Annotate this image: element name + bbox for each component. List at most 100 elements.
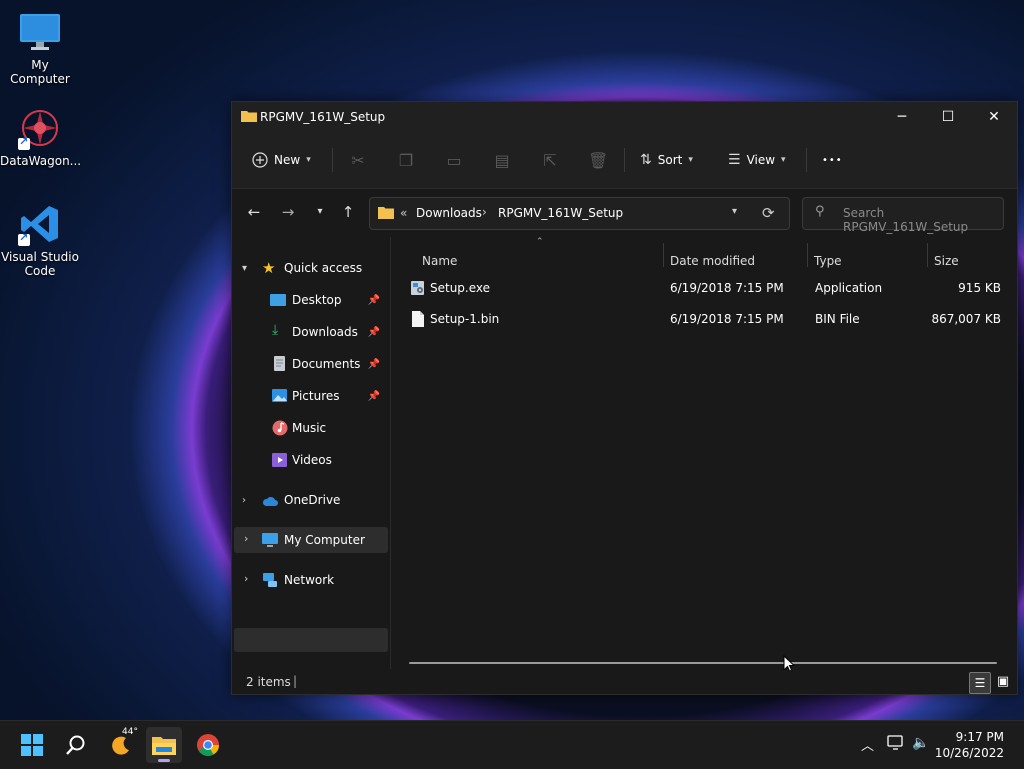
chrome-logo-icon bbox=[197, 734, 219, 756]
chevron-down-icon: ▾ bbox=[781, 155, 786, 165]
chevron-right-icon[interactable]: › bbox=[242, 495, 246, 506]
search-input[interactable]: Search RPGMV_161W_Setup bbox=[843, 206, 1003, 234]
start-button[interactable] bbox=[14, 727, 50, 763]
sort-button[interactable]: ⇅ Sort ▾ bbox=[640, 146, 693, 174]
up-button[interactable]: ↑ bbox=[336, 203, 360, 225]
chrome-taskbar-button[interactable] bbox=[190, 727, 226, 763]
file-row[interactable]: Setup-1.bin 6/19/2018 7:15 PM BIN File 8… bbox=[405, 305, 1001, 333]
tiles-view-button[interactable]: ▣ bbox=[993, 672, 1013, 692]
plus-circle-icon bbox=[252, 152, 268, 168]
search-icon bbox=[66, 735, 85, 755]
file-size: 915 KB bbox=[958, 281, 1001, 295]
column-header-type[interactable]: Type bbox=[814, 247, 842, 275]
file-size: 867,007 KB bbox=[931, 312, 1001, 326]
share-icon[interactable]: ⇱ bbox=[540, 151, 560, 170]
sidebar-item-my-computer[interactable]: › My Computer bbox=[234, 527, 388, 553]
file-type: Application bbox=[815, 281, 883, 295]
network-status-icon[interactable] bbox=[887, 735, 905, 751]
breadcrumb-current[interactable]: RPGMV_161W_Setup bbox=[498, 206, 623, 220]
title-bar[interactable]: RPGMV_161W_Setup ─ ☐ ✕ bbox=[232, 102, 1017, 132]
file-explorer-icon bbox=[152, 737, 176, 755]
pin-icon: 📌 bbox=[367, 390, 380, 402]
rename-icon[interactable]: ▤ bbox=[492, 151, 512, 170]
horizontal-scrollbar[interactable] bbox=[409, 662, 997, 664]
file-explorer-window: RPGMV_161W_Setup ─ ☐ ✕ New ▾ ✂ ❐ ▭ ▤ ⇱ 🗑… bbox=[231, 101, 1018, 695]
new-button[interactable]: New ▾ bbox=[252, 146, 311, 174]
chevron-right-icon[interactable]: › bbox=[244, 532, 248, 545]
search-box[interactable]: ⚲ Search RPGMV_161W_Setup bbox=[802, 197, 1004, 234]
minimize-button[interactable]: ─ bbox=[879, 102, 925, 132]
desktop-folder-icon bbox=[270, 294, 286, 306]
pin-icon: 📌 bbox=[367, 358, 380, 370]
breadcrumb-downloads[interactable]: Downloads bbox=[416, 206, 482, 220]
address-dropdown-icon[interactable]: ▾ bbox=[732, 206, 737, 217]
column-divider[interactable] bbox=[807, 243, 808, 267]
delete-icon[interactable]: 🗑 bbox=[588, 151, 608, 170]
network-icon bbox=[263, 573, 277, 587]
file-row[interactable]: Setup.exe 6/19/2018 7:15 PM Application … bbox=[405, 274, 1001, 302]
sidebar-item-label: Network bbox=[284, 573, 335, 587]
copy-icon[interactable]: ❐ bbox=[396, 151, 416, 170]
toolbar-divider bbox=[806, 148, 807, 172]
bin-file-icon bbox=[412, 311, 424, 327]
search-button[interactable] bbox=[58, 727, 94, 763]
breadcrumb-overflow[interactable]: « bbox=[400, 206, 407, 220]
column-header-size[interactable]: Size bbox=[934, 247, 959, 275]
column-header-name[interactable]: Name bbox=[422, 247, 457, 275]
sidebar-item-desktop[interactable]: Desktop 📌 bbox=[234, 288, 388, 312]
new-label: New bbox=[274, 153, 301, 167]
address-bar[interactable]: « Downloads › RPGMV_161W_Setup ▾ ⟳ bbox=[369, 197, 790, 230]
download-icon: ⤓ bbox=[272, 322, 279, 338]
sidebar-item-downloads[interactable]: ⤓ Downloads 📌 bbox=[234, 320, 388, 344]
cut-icon[interactable]: ✂ bbox=[348, 151, 368, 170]
sort-icon: ⇅ bbox=[640, 152, 652, 168]
column-divider[interactable] bbox=[927, 243, 928, 267]
paste-icon[interactable]: ▭ bbox=[444, 151, 464, 170]
desktop-icon-datawagon[interactable]: DataWagon... bbox=[0, 106, 81, 168]
chevron-down-icon[interactable]: ▾ bbox=[242, 263, 247, 274]
weather-widget[interactable]: 44° bbox=[102, 727, 138, 763]
system-clock[interactable]: 9:17 PM 10/26/2022 bbox=[935, 729, 1004, 761]
sidebar-item-quick-access[interactable]: ▾ ★ Quick access bbox=[234, 256, 388, 280]
maximize-button[interactable]: ☐ bbox=[925, 102, 971, 132]
vscode-logo-icon bbox=[18, 202, 62, 246]
moon-weather-icon bbox=[112, 736, 129, 755]
sidebar-item-music[interactable]: Music bbox=[234, 416, 388, 440]
close-button[interactable]: ✕ bbox=[971, 102, 1017, 132]
details-view-button[interactable]: ☰ bbox=[969, 672, 991, 694]
sidebar-item-onedrive[interactable]: › OneDrive bbox=[234, 488, 388, 512]
refresh-icon[interactable]: ⟳ bbox=[762, 204, 775, 222]
shortcut-arrow-icon bbox=[18, 135, 30, 150]
maximize-icon: ☐ bbox=[941, 109, 955, 125]
column-header-date[interactable]: Date modified bbox=[670, 247, 755, 275]
recent-locations-button[interactable]: ▾ bbox=[308, 206, 332, 228]
clock-date: 10/26/2022 bbox=[934, 746, 1004, 760]
back-button[interactable]: ← bbox=[242, 203, 266, 225]
sidebar-item-documents[interactable]: Documents 📌 bbox=[234, 352, 388, 376]
column-divider[interactable] bbox=[663, 243, 664, 267]
show-hidden-icons-chevron-icon[interactable]: ︿ bbox=[861, 735, 874, 754]
volume-icon[interactable]: 🔈 bbox=[912, 735, 929, 751]
view-button[interactable]: ☰ View ▾ bbox=[728, 146, 786, 174]
sidebar-item-videos[interactable]: Videos bbox=[234, 448, 388, 472]
pin-icon: 📌 bbox=[367, 294, 380, 306]
document-icon bbox=[274, 356, 285, 371]
file-explorer-taskbar-button[interactable] bbox=[146, 727, 182, 763]
file-list: ⌃ Name Date modified Type Size Setup.exe… bbox=[391, 237, 1017, 673]
more-options-button[interactable]: ••• bbox=[822, 146, 843, 174]
monitor-icon bbox=[18, 10, 62, 54]
sidebar-item-network[interactable]: › Network bbox=[234, 568, 388, 592]
navigation-pane: ▾ ★ Quick access Desktop 📌 ⤓ Downloads 📌… bbox=[232, 237, 391, 669]
command-bar: New ▾ ✂ ❐ ▭ ▤ ⇱ 🗑 ⇅ Sort ▾ ☰ View ▾ ••• bbox=[232, 132, 1017, 189]
desktop-icon-label: Visual Studio Code bbox=[1, 250, 79, 278]
sidebar-item-label: My Computer bbox=[284, 533, 365, 547]
sidebar-item-pictures[interactable]: Pictures 📌 bbox=[234, 384, 388, 408]
desktop-icon-my-computer[interactable]: My Computer bbox=[0, 10, 80, 86]
chevron-right-icon[interactable]: › bbox=[244, 572, 248, 585]
datawagon-logo-icon bbox=[18, 106, 62, 150]
pin-icon: 📌 bbox=[367, 326, 380, 338]
desktop-icon-vscode[interactable]: Visual Studio Code bbox=[0, 202, 80, 278]
view-label: View bbox=[746, 153, 776, 167]
forward-button[interactable]: → bbox=[276, 203, 300, 225]
music-icon bbox=[272, 420, 288, 436]
